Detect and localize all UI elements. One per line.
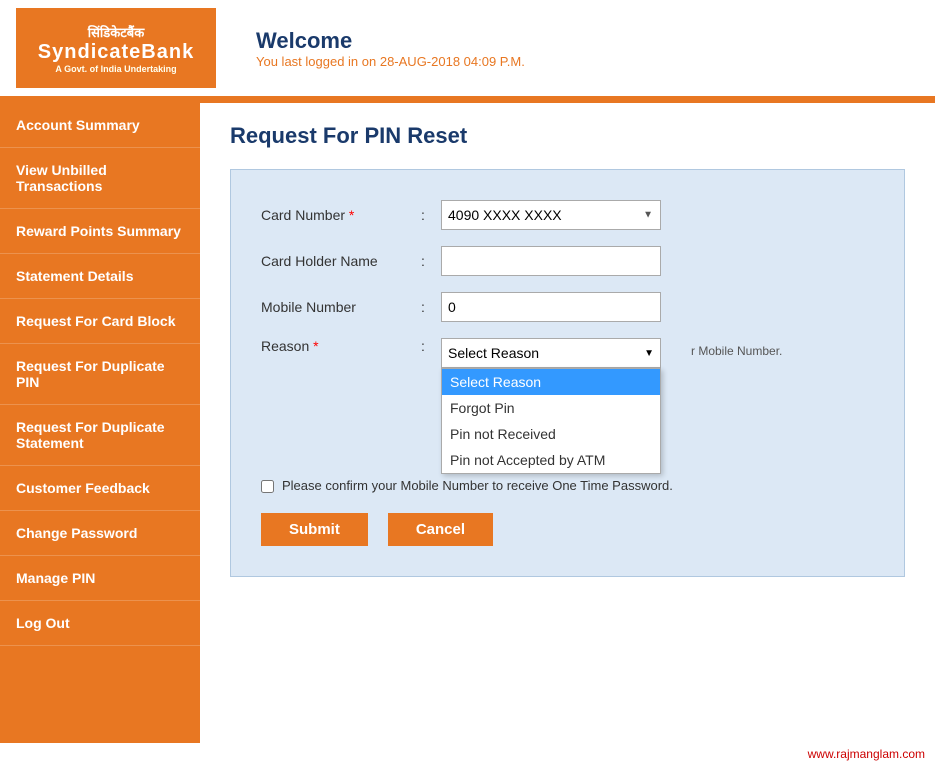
sidebar: Account Summary View Unbilled Transactio… (0, 103, 200, 743)
page-title: Request For PIN Reset (230, 123, 905, 149)
sidebar-item-duplicate-statement[interactable]: Request For Duplicate Statement (0, 405, 200, 466)
card-holder-input[interactable] (441, 246, 661, 276)
card-holder-row: Card Holder Name : (261, 246, 874, 276)
card-number-label: Card Number * (261, 207, 421, 223)
mobile-input[interactable] (441, 292, 661, 322)
colon-3: : (421, 299, 441, 315)
sidebar-item-manage-pin[interactable]: Manage PIN (0, 556, 200, 601)
reason-option-select[interactable]: Select Reason (442, 369, 660, 395)
reason-row: Reason * : Select Reason ▼ Select Reason… (261, 338, 874, 462)
sidebar-item-change-password[interactable]: Change Password (0, 511, 200, 556)
confirm-checkbox[interactable] (261, 480, 274, 493)
sidebar-item-log-out[interactable]: Log Out (0, 601, 200, 646)
chevron-down-icon: ▼ (644, 348, 654, 359)
card-holder-label: Card Holder Name (261, 253, 421, 269)
button-row: Submit Cancel (261, 513, 874, 546)
mobile-note-text: r Mobile Number. (691, 344, 782, 358)
form-area: Card Number * : 4090 XXXX XXXX Card Hold… (230, 169, 905, 577)
mobile-label: Mobile Number (261, 299, 421, 315)
header-welcome: Welcome You last logged in on 28-AUG-201… (256, 28, 525, 69)
reason-option-not-accepted[interactable]: Pin not Accepted by ATM (442, 447, 660, 473)
header: सिंडिकेटबैंक SyndicateBank A Govt. of In… (0, 0, 935, 99)
confirm-text: Please confirm your Mobile Number to rec… (282, 478, 673, 493)
confirm-row: Please confirm your Mobile Number to rec… (261, 478, 874, 493)
watermark: www.rajmanglam.com (808, 747, 925, 761)
card-number-select[interactable]: 4090 XXXX XXXX (441, 200, 661, 230)
sidebar-item-statement-details[interactable]: Statement Details (0, 254, 200, 299)
mobile-row: Mobile Number : (261, 292, 874, 322)
card-select-wrapper: 4090 XXXX XXXX (441, 200, 661, 230)
reason-wrap: Select Reason ▼ Select Reason Forgot Pin… (441, 338, 874, 462)
logo: सिंडिकेटबैंक SyndicateBank A Govt. of In… (16, 8, 216, 88)
main-layout: Account Summary View Unbilled Transactio… (0, 103, 935, 743)
colon-2: : (421, 253, 441, 269)
reason-select-display[interactable]: Select Reason ▼ (441, 338, 661, 368)
mobile-wrap (441, 292, 874, 322)
sidebar-item-account-summary[interactable]: Account Summary (0, 103, 200, 148)
logo-english: SyndicateBank (38, 41, 194, 64)
logo-tagline: A Govt. of India Undertaking (55, 64, 176, 74)
sidebar-item-card-block[interactable]: Request For Card Block (0, 299, 200, 344)
reason-dropdown-wrap: Select Reason ▼ Select Reason Forgot Pin… (441, 338, 661, 368)
card-number-required: * (349, 207, 354, 223)
colon-1: : (421, 207, 441, 223)
cancel-button[interactable]: Cancel (388, 513, 493, 546)
reason-dropdown-list: Select Reason Forgot Pin Pin not Receive… (441, 368, 661, 474)
submit-button[interactable]: Submit (261, 513, 368, 546)
reason-option-forgot[interactable]: Forgot Pin (442, 395, 660, 421)
logo-hindi: सिंडिकेटबैंक (88, 23, 144, 41)
sidebar-item-customer-feedback[interactable]: Customer Feedback (0, 466, 200, 511)
card-number-row: Card Number * : 4090 XXXX XXXX (261, 200, 874, 230)
reason-label: Reason * (261, 338, 421, 354)
sidebar-item-view-unbilled[interactable]: View Unbilled Transactions (0, 148, 200, 209)
footer: www.rajmanglam.com (0, 743, 935, 765)
sidebar-item-reward-points[interactable]: Reward Points Summary (0, 209, 200, 254)
reason-select-text: Select Reason (448, 345, 539, 361)
welcome-title: Welcome (256, 28, 525, 54)
card-number-wrap: 4090 XXXX XXXX (441, 200, 874, 230)
main-content: Request For PIN Reset Card Number * : 40… (200, 103, 935, 743)
sidebar-item-duplicate-pin[interactable]: Request For Duplicate PIN (0, 344, 200, 405)
card-holder-wrap (441, 246, 874, 276)
reason-option-not-received[interactable]: Pin not Received (442, 421, 660, 447)
colon-4: : (421, 338, 441, 354)
reason-required: * (313, 338, 318, 354)
last-login-text: You last logged in on 28-AUG-2018 04:09 … (256, 54, 525, 69)
